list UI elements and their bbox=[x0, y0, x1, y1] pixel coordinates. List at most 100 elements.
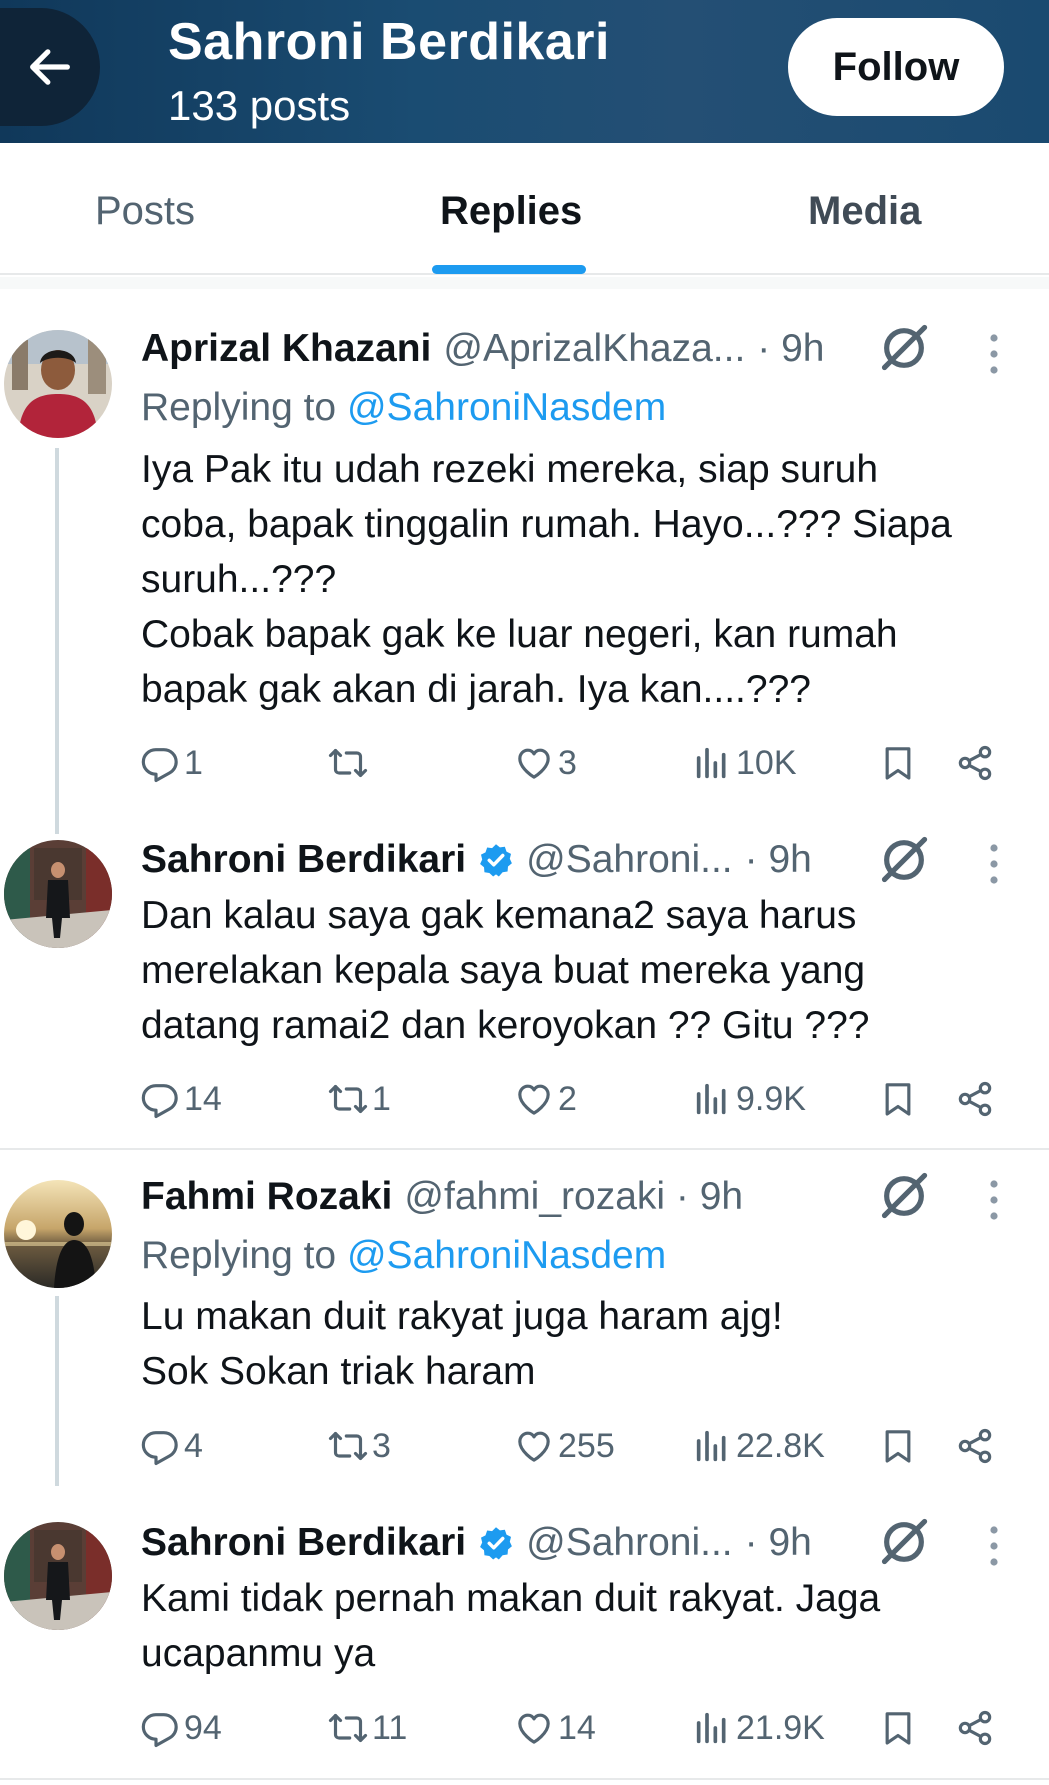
heart-icon bbox=[514, 1708, 554, 1748]
reply-button[interactable]: 4 bbox=[140, 1421, 203, 1471]
tweet-text-line: suruh...??? bbox=[141, 558, 337, 601]
verified-badge-icon bbox=[478, 1525, 514, 1561]
repost-icon bbox=[328, 1708, 368, 1748]
share-button[interactable] bbox=[955, 1703, 995, 1753]
tweet-text-line: Lu makan duit rakyat juga haram ajg! bbox=[141, 1295, 783, 1338]
repost-button[interactable]: 1 bbox=[328, 1074, 391, 1124]
tweet-text-line: Sok Sokan triak haram bbox=[141, 1350, 536, 1393]
tweet-text-line: Dan kalau saya gak kemana2 saya harus bbox=[141, 894, 857, 937]
avatar[interactable] bbox=[4, 1180, 112, 1288]
grok-icon[interactable] bbox=[878, 834, 930, 886]
share-icon bbox=[955, 1708, 995, 1748]
replying-prefix: Replying to bbox=[141, 386, 337, 429]
reply-icon bbox=[140, 1079, 180, 1119]
reply-button[interactable]: 14 bbox=[140, 1074, 222, 1124]
views-button[interactable]: 10K bbox=[692, 738, 797, 788]
share-icon bbox=[955, 1079, 995, 1119]
tab-posts[interactable]: Posts bbox=[95, 189, 195, 234]
verified-badge-icon bbox=[478, 842, 514, 878]
replying-mention[interactable]: @SahroniNasdem bbox=[347, 1234, 666, 1277]
views-button[interactable]: 21.9K bbox=[692, 1703, 825, 1753]
replying-to: Replying to @SahroniNasdem bbox=[141, 386, 666, 430]
author-name[interactable]: Aprizal Khazani bbox=[141, 327, 431, 371]
action-bar: 14 1 2 9.9K bbox=[0, 1074, 1049, 1124]
bookmark-button[interactable] bbox=[878, 1074, 918, 1124]
views-button[interactable]: 22.8K bbox=[692, 1421, 825, 1471]
grok-icon[interactable] bbox=[878, 322, 930, 374]
share-button[interactable] bbox=[955, 1421, 995, 1471]
action-bar: 1 3 10K bbox=[0, 738, 1049, 788]
post-time[interactable]: · 9h bbox=[745, 1521, 812, 1565]
replying-to: Replying to @SahroniNasdem bbox=[141, 1234, 666, 1278]
arrow-left-icon bbox=[24, 41, 76, 93]
repost-icon bbox=[328, 1426, 368, 1466]
views-icon bbox=[692, 1426, 732, 1466]
tweet-text-line: Iya Pak itu udah rezeki mereka, siap sur… bbox=[141, 448, 879, 491]
post-time[interactable]: · 9h bbox=[745, 838, 812, 882]
thread-divider bbox=[0, 1778, 1049, 1780]
views-icon bbox=[692, 743, 732, 783]
reply-button[interactable]: 1 bbox=[140, 738, 203, 788]
more-dots-icon[interactable] bbox=[984, 1178, 1004, 1222]
tab-replies[interactable]: Replies bbox=[440, 189, 582, 234]
more-dots-icon[interactable] bbox=[984, 842, 1004, 886]
repost-button[interactable]: 11 bbox=[328, 1703, 407, 1753]
author-name[interactable]: Sahroni Berdikari bbox=[141, 1521, 466, 1565]
views-button[interactable]: 9.9K bbox=[692, 1074, 806, 1124]
like-button[interactable]: 3 bbox=[514, 738, 577, 788]
author-name[interactable]: Fahmi Rozaki bbox=[141, 1175, 392, 1219]
reply-button[interactable]: 94 bbox=[140, 1703, 222, 1753]
bookmark-icon bbox=[878, 1708, 918, 1748]
tweet-text-line: coba, bapak tinggalin rumah. Hayo...??? … bbox=[141, 503, 952, 546]
reply-icon bbox=[140, 1426, 180, 1466]
avatar[interactable] bbox=[4, 1522, 112, 1630]
share-button[interactable] bbox=[955, 1074, 995, 1124]
author-name[interactable]: Sahroni Berdikari bbox=[141, 838, 466, 882]
repost-icon bbox=[328, 1079, 368, 1119]
views-icon bbox=[692, 1079, 732, 1119]
heart-icon bbox=[514, 743, 554, 783]
bookmark-button[interactable] bbox=[878, 738, 918, 788]
author-handle[interactable]: @AprizalKhaza... bbox=[443, 327, 745, 371]
profile-header: Sahroni Berdikari 133 posts Follow bbox=[0, 0, 1049, 143]
bookmark-button[interactable] bbox=[878, 1421, 918, 1471]
share-icon bbox=[955, 743, 995, 783]
tab-media[interactable]: Media bbox=[808, 189, 921, 234]
bookmark-button[interactable] bbox=[878, 1703, 918, 1753]
author-handle[interactable]: @Sahroni... bbox=[526, 1521, 733, 1565]
heart-icon bbox=[514, 1426, 554, 1466]
share-button[interactable] bbox=[955, 738, 995, 788]
thread-divider bbox=[0, 1148, 1049, 1150]
post-count: 133 posts bbox=[168, 82, 351, 129]
tweet-text-line: bapak gak akan di jarah. Iya kan....??? bbox=[141, 668, 811, 711]
bookmark-icon bbox=[878, 1079, 918, 1119]
repost-button[interactable] bbox=[328, 738, 372, 788]
tweet-text-line: ucapanmu ya bbox=[141, 1632, 376, 1675]
bookmark-icon bbox=[878, 743, 918, 783]
author-handle[interactable]: @Sahroni... bbox=[526, 838, 733, 882]
views-icon bbox=[692, 1708, 732, 1748]
like-button[interactable]: 2 bbox=[514, 1074, 577, 1124]
follow-button[interactable]: Follow bbox=[788, 18, 1004, 116]
repost-button[interactable]: 3 bbox=[328, 1421, 391, 1471]
post-time[interactable]: · 9h bbox=[757, 327, 824, 371]
avatar[interactable] bbox=[4, 330, 112, 438]
grok-icon[interactable] bbox=[878, 1170, 930, 1222]
author-handle[interactable]: @fahmi_rozaki · 9h bbox=[404, 1175, 743, 1219]
avatar[interactable] bbox=[4, 840, 112, 948]
repost-icon bbox=[328, 743, 368, 783]
share-icon bbox=[955, 1426, 995, 1466]
like-button[interactable]: 255 bbox=[514, 1421, 615, 1471]
more-dots-icon[interactable] bbox=[984, 332, 1004, 376]
action-bar: 94 11 14 21.9K bbox=[0, 1703, 1049, 1753]
like-button[interactable]: 14 bbox=[514, 1703, 596, 1753]
replying-mention[interactable]: @SahroniNasdem bbox=[347, 386, 666, 429]
back-button[interactable] bbox=[0, 8, 100, 126]
grok-icon[interactable] bbox=[878, 1516, 930, 1568]
section-divider bbox=[0, 277, 1049, 289]
more-dots-icon[interactable] bbox=[984, 1524, 1004, 1568]
tweet-text-line: merelakan kepala saya buat mereka yang bbox=[141, 949, 866, 992]
active-tab-indicator bbox=[432, 265, 586, 274]
profile-tabs: Posts Replies Media bbox=[0, 143, 1049, 275]
tweet-text-line: Kami tidak pernah makan duit rakyat. Jag… bbox=[141, 1577, 881, 1620]
